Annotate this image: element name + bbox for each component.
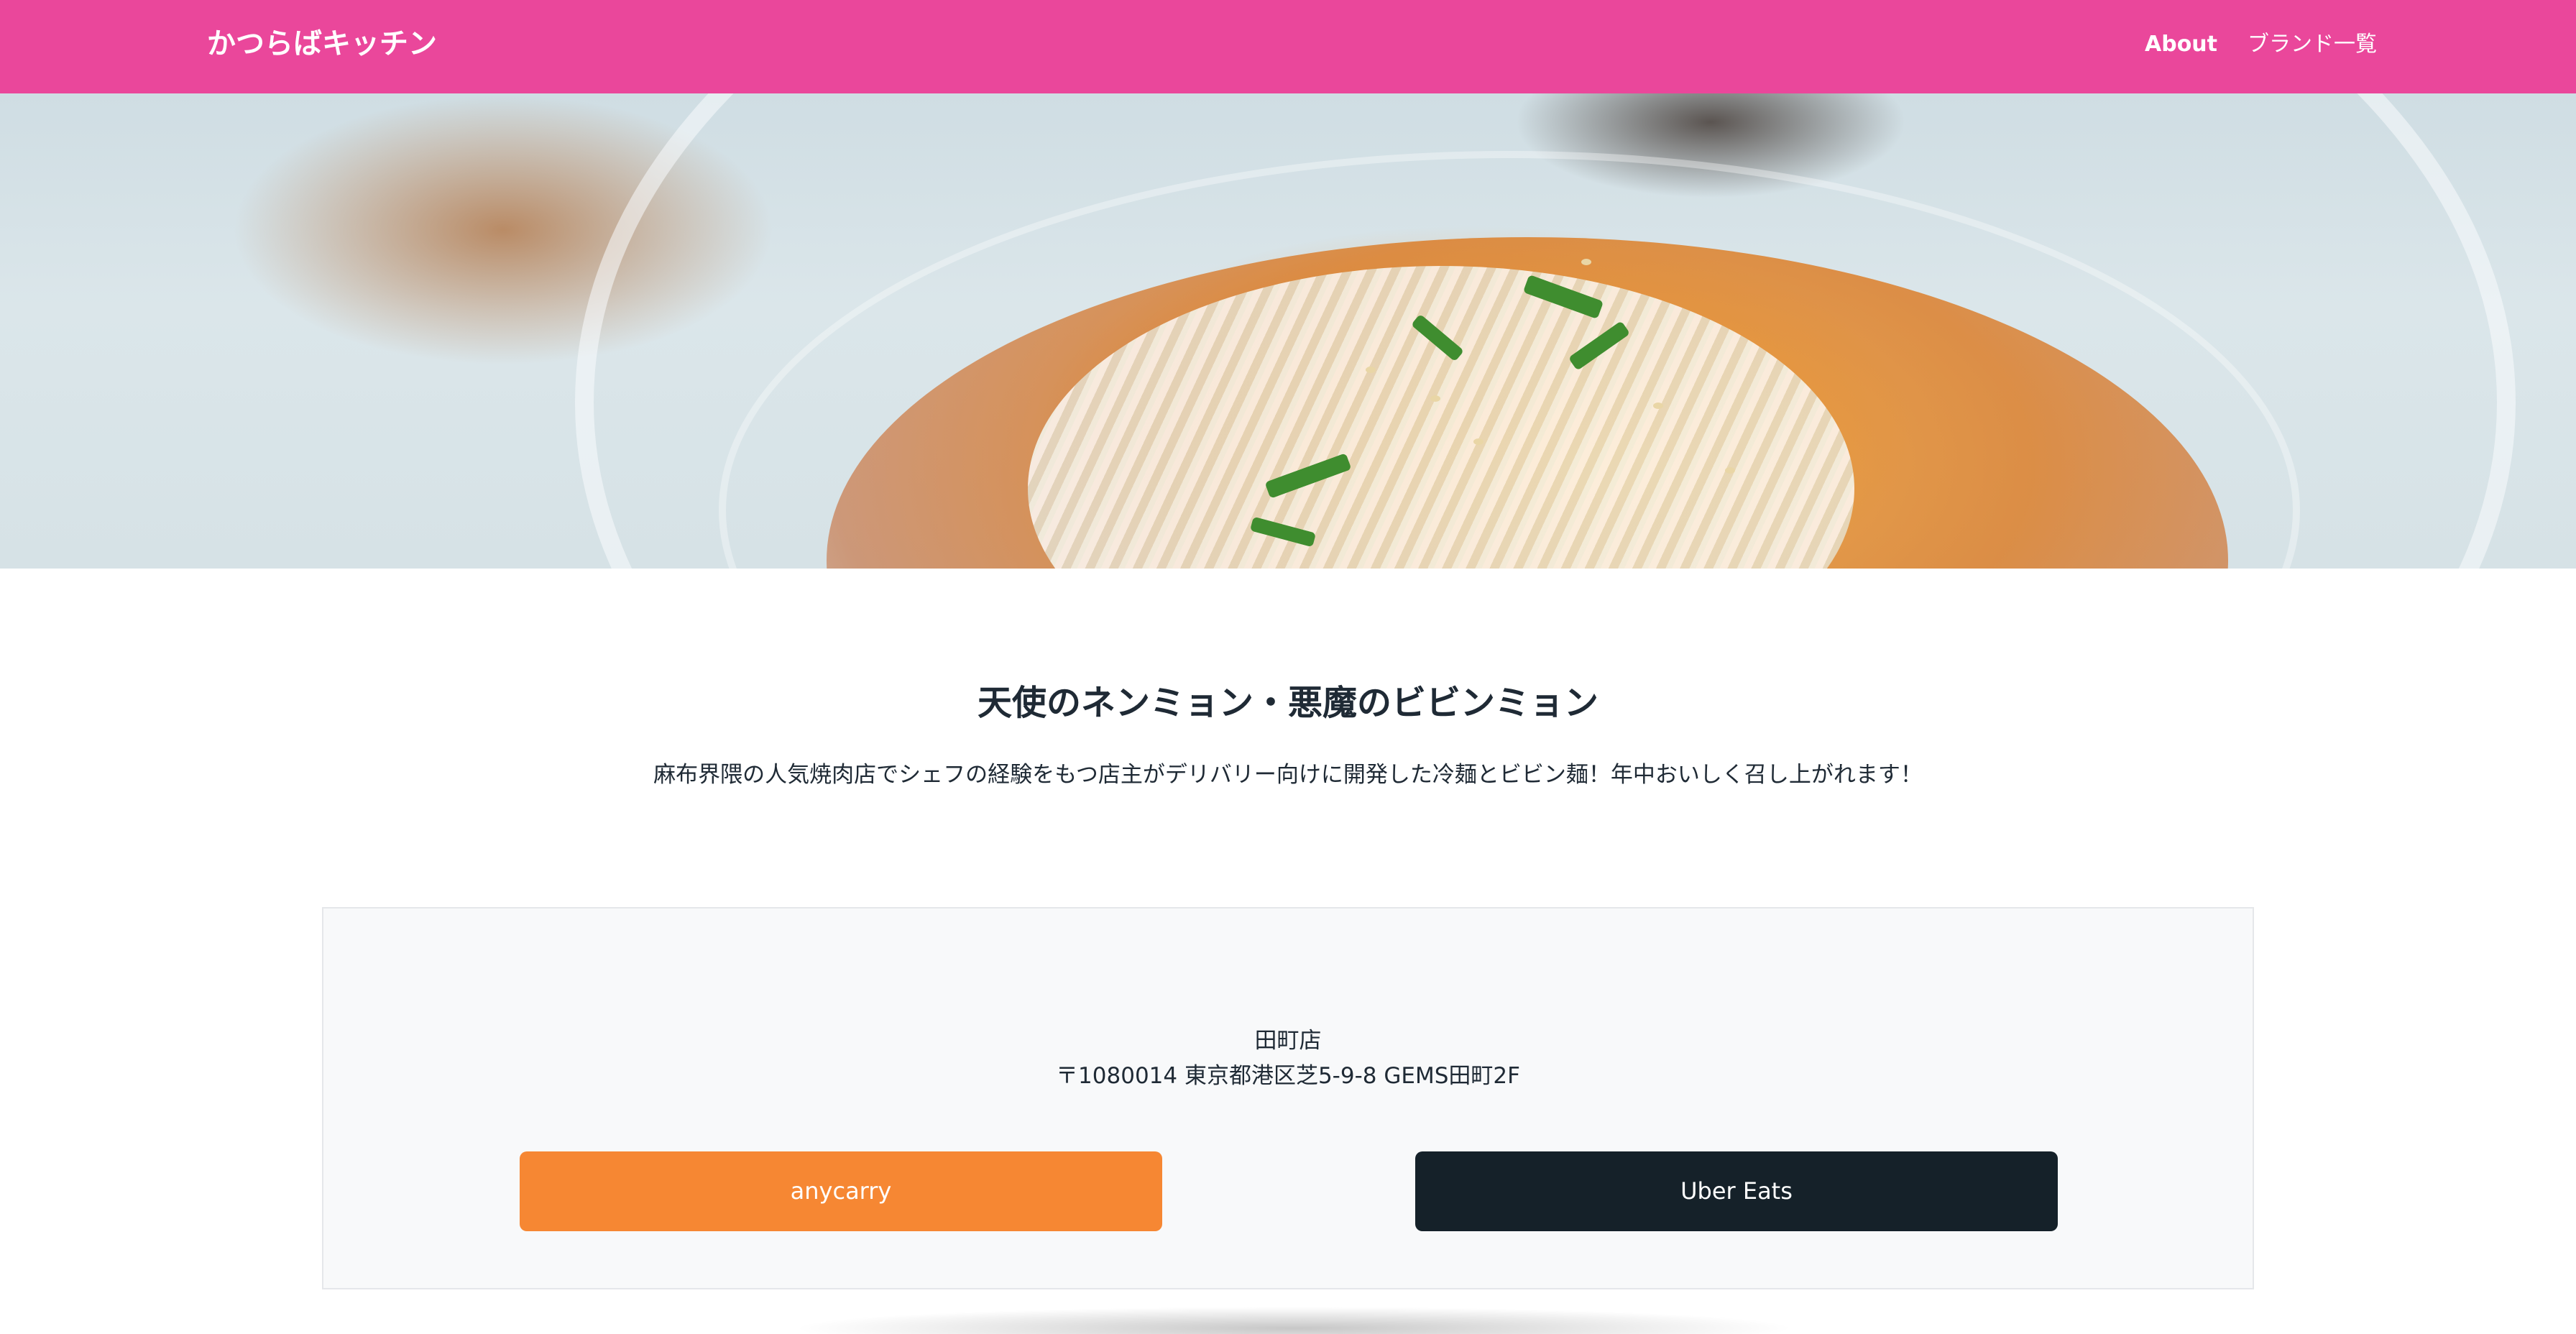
nav-link-about[interactable]: About xyxy=(2145,30,2217,59)
brand-logo-link[interactable]: かつらばキッチン xyxy=(207,26,437,62)
next-card-shadow xyxy=(791,1307,1797,1334)
store-name: 田町店 xyxy=(1254,1028,1322,1054)
store-card: 田町店 〒1080014 東京都港区芝5-9-8 GEMS田町2F anycar… xyxy=(322,907,2254,1289)
store-address: 〒1080014 東京都港区芝5-9-8 GEMS田町2F xyxy=(1056,1063,1520,1089)
hero-sesame xyxy=(1366,367,1376,373)
hero-sesame xyxy=(1581,259,1591,265)
hero-sesame xyxy=(1430,395,1440,402)
brand-title: 天使のネンミョン・悪魔のビビンミョン xyxy=(977,683,1598,723)
anycarry-order-button[interactable]: anycarry xyxy=(520,1151,1162,1231)
top-navbar: かつらばキッチン About ブランド一覧 xyxy=(0,0,2576,93)
hero-sesame xyxy=(1473,438,1484,445)
uber-eats-order-button[interactable]: Uber Eats xyxy=(1415,1151,2058,1231)
brand-description: 麻布界隈の人気焼肉店でシェフの経験をもつ店主がデリバリー向けに開発した冷麺とビビ… xyxy=(653,762,1923,788)
hero-image-noodle-bowl xyxy=(0,93,2576,569)
nav-link-brand-list[interactable]: ブランド一覧 xyxy=(2248,30,2377,59)
hero-sesame xyxy=(1653,402,1663,409)
hero-sesame xyxy=(1725,467,1735,474)
